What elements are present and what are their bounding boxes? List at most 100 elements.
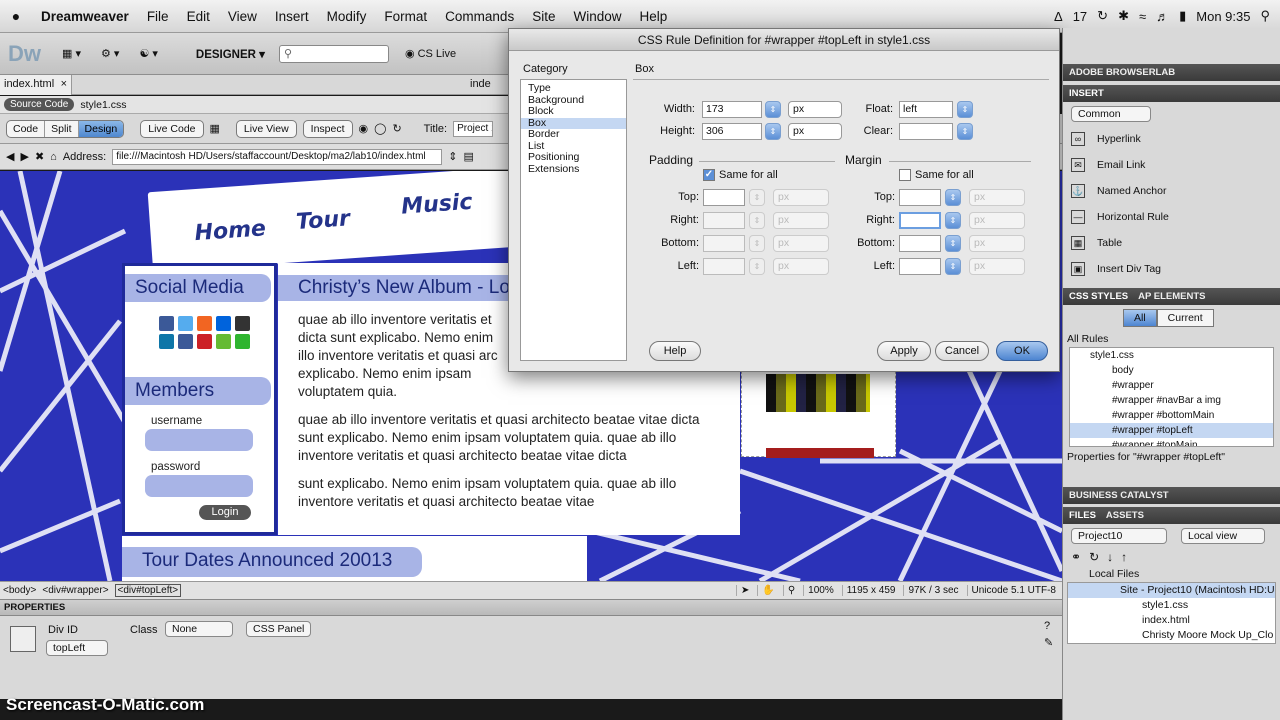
menu-site[interactable]: Site (523, 9, 564, 24)
rule-top-main[interactable]: #wrapper #topMain (1070, 438, 1273, 446)
business-catalyst-header[interactable]: BUSINESS CATALYST (1063, 487, 1280, 504)
insert-category-select[interactable]: Common (1071, 106, 1151, 122)
padding-right-stepper[interactable]: ⇕ (749, 212, 765, 229)
padding-left-input[interactable] (703, 258, 745, 275)
height-input[interactable]: 306 (702, 123, 762, 140)
category-type[interactable]: Type (521, 82, 626, 95)
tag-div-wrapper[interactable]: <div#wrapper> (42, 585, 108, 596)
get-files-icon[interactable]: ↓ (1107, 550, 1121, 564)
insert-header[interactable]: INSERT (1063, 85, 1280, 102)
zoom-select[interactable]: 100% (803, 585, 834, 596)
rss-icon[interactable] (197, 316, 212, 331)
current-mode-button[interactable]: Current (1156, 309, 1214, 327)
height-combo-arrow[interactable]: ⇕ (765, 123, 781, 140)
connect-icon[interactable]: ⚭ (1071, 550, 1089, 564)
title-input[interactable]: Project 1 (453, 120, 494, 137)
category-block[interactable]: Block (521, 105, 626, 118)
width-input[interactable]: 173 (702, 101, 762, 118)
clear-combo-arrow[interactable]: ⇕ (957, 123, 973, 140)
padding-bottom-unit[interactable]: px (773, 235, 829, 252)
refresh-files-icon[interactable]: ↻ (1089, 550, 1107, 564)
browserlab-header[interactable]: ADOBE BROWSERLAB (1063, 64, 1280, 81)
padding-top-unit[interactable]: px (773, 189, 829, 206)
clear-input[interactable] (899, 123, 953, 140)
cs-live-button[interactable]: ◉ CS Live (405, 47, 456, 60)
insert-email-link[interactable]: ✉ Email Link (1063, 152, 1280, 178)
view-options-icon[interactable]: ▤ (463, 150, 473, 163)
battery-icon[interactable]: ▮ (1179, 8, 1186, 24)
file-mockup[interactable]: Christy Moore Mock Up_Clo (1068, 628, 1275, 643)
back-icon[interactable]: ◀ (6, 150, 14, 163)
apple-icon[interactable]: ● (0, 8, 32, 24)
google-icon[interactable] (178, 334, 193, 349)
myspace-icon[interactable] (197, 334, 212, 349)
spotlight-icon[interactable]: ⚲ (1260, 8, 1270, 24)
margin-right-unit[interactable]: px (969, 212, 1025, 229)
menu-app-name[interactable]: Dreamweaver (32, 9, 138, 24)
padding-bottom-stepper[interactable]: ⇕ (749, 235, 765, 252)
margin-bottom-stepper[interactable]: ⇕ (945, 235, 961, 252)
live-code-button[interactable]: Live Code (140, 119, 204, 138)
visual-aids-icon[interactable]: ◯ (374, 122, 386, 135)
div-id-select[interactable]: topLeft (46, 640, 108, 656)
menu-window[interactable]: Window (564, 9, 630, 24)
delicious-icon[interactable] (235, 316, 250, 331)
plus-icon[interactable] (235, 334, 250, 349)
menu-edit[interactable]: Edit (178, 9, 219, 24)
window-size[interactable]: 1195 x 459 (841, 585, 895, 596)
menu-format[interactable]: Format (375, 9, 436, 24)
view-select[interactable]: Local view (1181, 528, 1265, 544)
login-button[interactable]: Login (199, 505, 251, 520)
padding-same-for-all[interactable]: ✓ Same for all (703, 169, 778, 181)
css-panel-button[interactable]: CSS Panel (246, 621, 312, 637)
ok-button[interactable]: OK (996, 341, 1048, 361)
rule-navbar-img[interactable]: #wrapper #navBar a img (1070, 393, 1273, 408)
twitter-icon[interactable] (178, 316, 193, 331)
site-select[interactable]: Project10 (1071, 528, 1167, 544)
nav-music[interactable]: Music (400, 190, 473, 220)
related-file-style1[interactable]: style1.css (80, 99, 126, 111)
pointer-tool-icon[interactable]: ➤ (735, 585, 749, 596)
insert-horizontal-rule[interactable]: — Horizontal Rule (1063, 204, 1280, 230)
password-field[interactable] (145, 475, 253, 497)
volume-icon[interactable]: ♬ (1156, 9, 1169, 24)
menu-file[interactable]: File (138, 9, 178, 24)
forward-icon[interactable]: ▶ (20, 150, 28, 163)
margin-right-input[interactable] (899, 212, 941, 229)
clock[interactable]: Mon 9:35 (1196, 9, 1250, 24)
adobe-icon[interactable]: Δ (1054, 9, 1063, 24)
gear-icon[interactable]: ⚙ ▾ (95, 45, 125, 62)
menu-commands[interactable]: Commands (436, 9, 523, 24)
padding-right-unit[interactable]: px (773, 212, 829, 229)
facebook-icon[interactable] (159, 316, 174, 331)
quick-tag-icon[interactable]: ✎ (1044, 636, 1053, 649)
nav-tour[interactable]: Tour (295, 206, 350, 235)
width-combo-arrow[interactable]: ⇕ (765, 101, 781, 118)
rule-bottom-main[interactable]: #wrapper #bottomMain (1070, 408, 1273, 423)
tag-div-topLeft[interactable]: <div#topLeft> (114, 584, 182, 597)
help-icon[interactable]: ? (1044, 620, 1050, 632)
file-index-html[interactable]: index.html (1068, 613, 1275, 628)
padding-top-input[interactable] (703, 189, 745, 206)
margin-right-stepper[interactable]: ⇕ (945, 212, 961, 229)
menu-help[interactable]: Help (630, 9, 676, 24)
rule-body[interactable]: body (1070, 363, 1273, 378)
tab-assets[interactable]: ASSETS (1106, 510, 1144, 521)
address-options-icon[interactable]: ⇕ (448, 150, 457, 163)
all-mode-button[interactable]: All (1123, 309, 1157, 327)
sync-icon[interactable]: ↻ (1097, 8, 1108, 24)
checkbox-unchecked-icon[interactable] (899, 169, 911, 181)
wifi-icon[interactable]: ≈ (1139, 9, 1146, 24)
padding-left-unit[interactable]: px (773, 258, 829, 275)
rule-style1-css[interactable]: style1.css (1070, 348, 1273, 363)
tag-body[interactable]: <body> (3, 585, 36, 596)
margin-same-for-all[interactable]: Same for all (899, 169, 974, 181)
code-view-button[interactable]: Code (7, 120, 46, 137)
menu-insert[interactable]: Insert (266, 9, 318, 24)
insert-hyperlink[interactable]: ∞ Hyperlink (1063, 126, 1280, 152)
album-image-box[interactable] (741, 361, 896, 458)
username-field[interactable] (145, 429, 253, 451)
div-topLeft[interactable]: Social Media Members username password L… (122, 263, 277, 535)
margin-bottom-input[interactable] (899, 235, 941, 252)
workspace-switcher[interactable]: DESIGNER ▾ (196, 47, 265, 61)
